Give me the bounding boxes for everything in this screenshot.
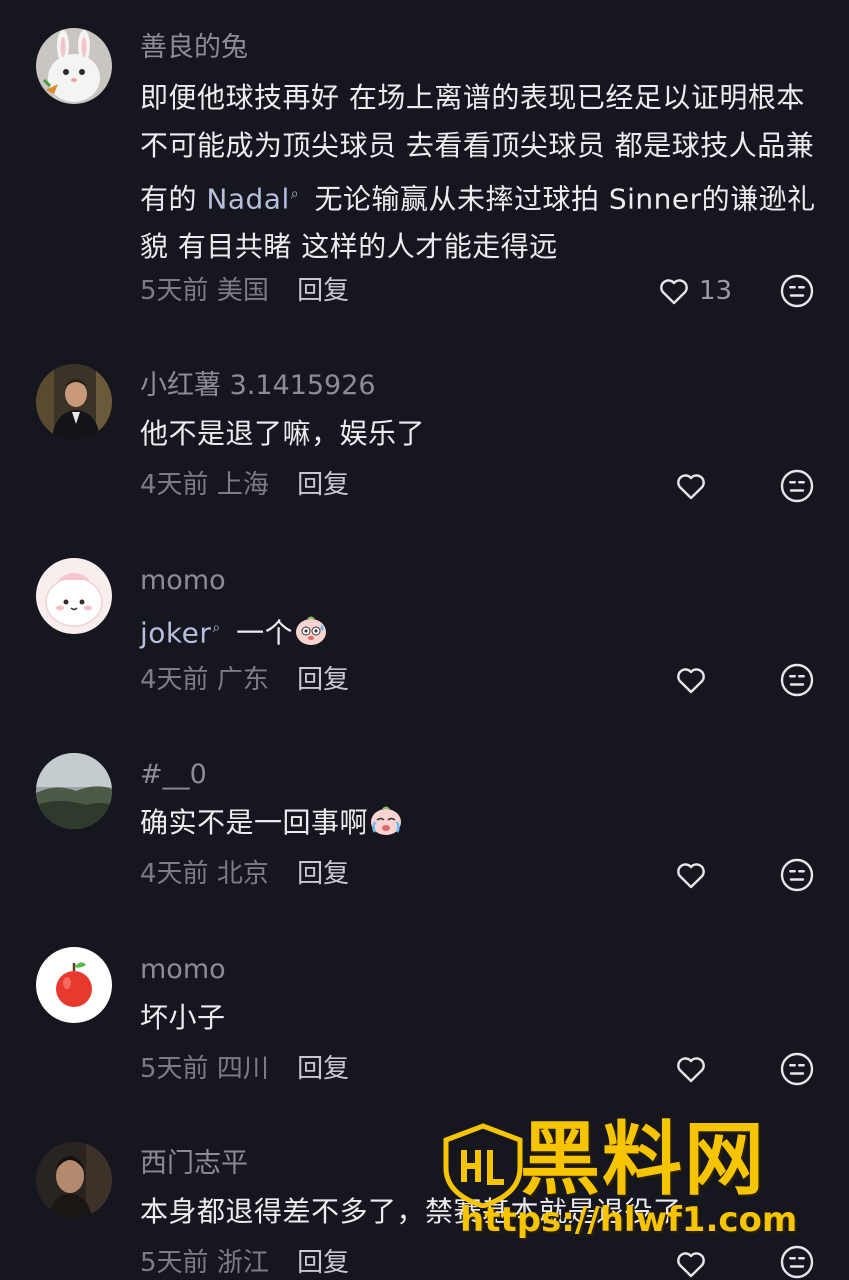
reply-button[interactable]: 回复	[297, 276, 349, 306]
search-icon: ⌕	[212, 620, 221, 636]
meh-face-icon	[780, 274, 814, 308]
comment-text: joker⌕ 一个	[140, 604, 820, 657]
like-button[interactable]	[674, 1052, 708, 1086]
avatar[interactable]	[36, 558, 112, 634]
comment-text: 他不是退了嘛，娱乐了	[140, 417, 426, 450]
comment-location: 上海	[216, 470, 269, 500]
comment-location: 广东	[216, 665, 269, 695]
heart-outline-icon	[677, 863, 705, 889]
comment-location: 美国	[216, 276, 269, 306]
avatar[interactable]	[36, 1142, 112, 1218]
comment-username[interactable]: momo	[140, 953, 226, 987]
comment-username[interactable]: 西门志平	[140, 1147, 248, 1181]
heart-outline-icon	[677, 474, 705, 500]
comment-time: 4天前	[140, 859, 209, 889]
comment-text-part: 确实不是一回事啊	[140, 806, 369, 839]
like-button[interactable]	[674, 663, 708, 697]
reply-button[interactable]: 回复	[297, 1054, 349, 1084]
shield-logo-icon	[443, 1123, 523, 1208]
comment-time: 5天前	[140, 276, 209, 306]
comment-meta: 5天前 四川 回复	[140, 1052, 349, 1086]
avatar[interactable]	[36, 364, 112, 440]
comment-meta: 4天前 北京 回复	[140, 857, 349, 891]
avatar[interactable]	[36, 753, 112, 829]
like-button[interactable]	[674, 469, 708, 503]
comment-username[interactable]: 善良的兔	[140, 31, 248, 65]
comment-location: 四川	[216, 1054, 269, 1084]
comment-time: 4天前	[140, 470, 209, 500]
meh-face-icon	[780, 1052, 814, 1086]
mention-link[interactable]: joker	[140, 616, 211, 649]
watermark: 黑料网 https://hlwf1.com	[430, 1112, 830, 1252]
reply-button[interactable]: 回复	[297, 859, 349, 889]
comment-username[interactable]: momo	[140, 564, 226, 598]
react-button[interactable]	[779, 662, 815, 698]
comment-text: 即便他球技再好 在场上离谱的表现已经足以证明根本不可能成为顶尖球员 去看看顶尖球…	[140, 74, 820, 271]
comment-time: 5天前	[140, 1054, 209, 1084]
comment-meta: 5天前 浙江 回复	[140, 1246, 349, 1280]
comment-meta: 4天前 上海 回复	[140, 468, 349, 502]
comment-time: 4天前	[140, 665, 209, 695]
avatar[interactable]	[36, 28, 112, 104]
comment-location: 浙江	[216, 1248, 269, 1278]
react-button[interactable]	[779, 468, 815, 504]
reply-button[interactable]: 回复	[297, 470, 349, 500]
avatar[interactable]	[36, 947, 112, 1023]
sweat-face-emoji-icon	[296, 616, 327, 646]
heart-outline-icon	[660, 279, 688, 305]
comment-username[interactable]: 小红薯 3.1415926	[140, 369, 376, 403]
watermark-url: https://hlwf1.com	[460, 1200, 798, 1240]
search-icon: ⌕	[290, 186, 300, 202]
comment-username[interactable]: #__0	[140, 758, 207, 792]
like-button[interactable]: 13	[657, 274, 732, 308]
like-button[interactable]	[674, 858, 708, 892]
react-button[interactable]	[779, 857, 815, 893]
comment-list: 善良的兔 即便他球技再好 在场上离谱的表现已经足以证明根本不可能成为顶尖球员 去…	[0, 0, 849, 1280]
crying-face-emoji-icon	[371, 806, 402, 835]
meh-face-icon	[780, 858, 814, 892]
comment-meta: 4天前 广东 回复	[140, 663, 349, 697]
meh-face-icon	[780, 663, 814, 697]
reply-button[interactable]: 回复	[297, 665, 349, 695]
heart-outline-icon	[677, 1057, 705, 1083]
reply-button[interactable]: 回复	[297, 1248, 349, 1278]
comment-text-part: 一个	[226, 616, 294, 650]
like-count: 13	[699, 276, 733, 306]
react-button[interactable]	[779, 1051, 815, 1087]
comment-text: 坏小子	[140, 1001, 226, 1034]
mention-link[interactable]: Nadal	[206, 182, 289, 215]
comment-time: 5天前	[140, 1248, 209, 1278]
meh-face-icon	[780, 469, 814, 503]
comment-text: 确实不是一回事啊	[140, 799, 820, 847]
heart-outline-icon	[677, 668, 705, 694]
react-button[interactable]	[779, 273, 815, 309]
watermark-title: 黑料网	[520, 1113, 766, 1206]
comment-meta: 5天前 美国 回复	[140, 274, 349, 308]
comment-location: 北京	[216, 859, 269, 889]
